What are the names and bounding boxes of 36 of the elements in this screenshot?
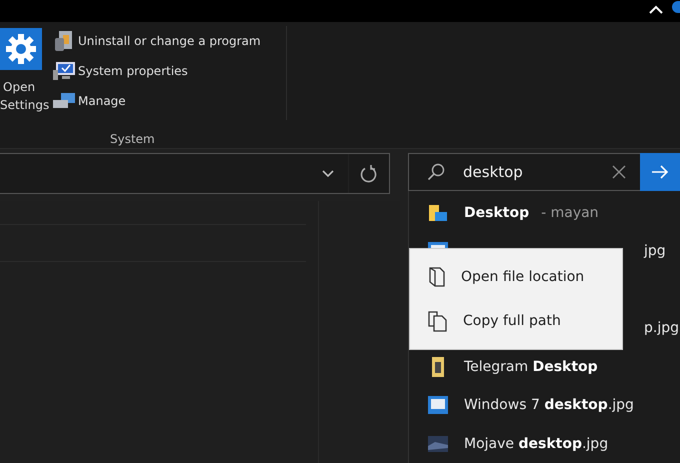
- search-field[interactable]: desktop: [408, 153, 640, 190]
- search-go-button[interactable]: [640, 153, 680, 190]
- program-box-icon: [54, 30, 74, 52]
- photo-file-icon: [427, 434, 449, 454]
- copy-icon: [428, 310, 448, 332]
- suggestion-item[interactable]: Windows 7 desktop.jpg: [464, 397, 634, 414]
- ribbon-command[interactable]: System properties: [78, 64, 188, 78]
- open-settings-label[interactable]: Open: [3, 78, 36, 96]
- search-icon: [427, 162, 445, 181]
- collapse-caret-icon[interactable]: [649, 4, 663, 14]
- image-file-icon: [427, 395, 449, 416]
- open-settings-label[interactable]: Settings: [0, 96, 50, 114]
- search-text: desktop: [463, 162, 524, 181]
- ribbon-command[interactable]: Manage: [78, 94, 126, 108]
- folder-outline-icon: [428, 266, 446, 288]
- suggestion-item[interactable]: p.jpg: [644, 320, 679, 336]
- suggestion-item[interactable]: Telegram Desktop: [464, 358, 598, 375]
- gear-icon: [4, 32, 38, 66]
- group-label: System: [110, 132, 155, 146]
- suggestion-item[interactable]: Desktop: [464, 204, 530, 221]
- settings-tile[interactable]: [0, 28, 42, 70]
- computer-icon: [52, 92, 76, 110]
- app-file-icon: [431, 356, 445, 378]
- monitor-check-icon: [52, 61, 76, 81]
- clear-icon[interactable]: [612, 164, 626, 179]
- menu-item[interactable]: Open file location: [461, 268, 584, 284]
- refresh-icon[interactable]: [360, 164, 378, 182]
- ribbon-command[interactable]: Uninstall or change a program: [78, 34, 261, 48]
- help-icon[interactable]: [672, 1, 680, 13]
- chevron-down-icon[interactable]: [322, 170, 334, 178]
- arrow-right-icon: [651, 164, 669, 179]
- suggestion-item[interactable]: Mojave desktop.jpg: [464, 436, 608, 452]
- suggestion-location: - mayan: [541, 204, 599, 221]
- menu-item[interactable]: Copy full path: [463, 312, 561, 328]
- folder-icon: [428, 202, 448, 223]
- suggestion-item[interactable]: jpg: [644, 243, 666, 260]
